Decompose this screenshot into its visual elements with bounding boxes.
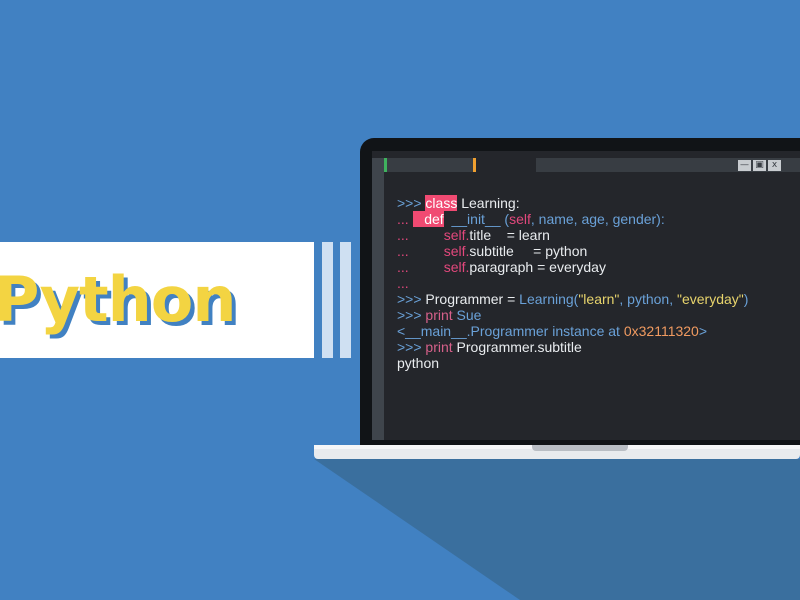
code-token: python <box>397 355 440 371</box>
code-line: <__main__.Programmer instance at 0x32111… <box>397 323 748 339</box>
editor-gutter <box>372 158 384 440</box>
code-token: paragraph = everyday <box>469 259 606 275</box>
code-token: def <box>412 211 444 227</box>
code-token: subtitle = python <box>469 243 588 259</box>
code-token: Programmer.subtitle <box>452 339 582 355</box>
code-line: >>> print Sue <box>397 307 748 323</box>
code-line: >>> Programmer = Learning("learn", pytho… <box>397 291 748 307</box>
code-line: python <box>397 355 748 371</box>
code-token: , name, age, gender): <box>530 211 665 227</box>
banner-stripe-right <box>340 242 351 358</box>
code-token: ... <box>397 211 413 227</box>
code-token: Sue <box>452 307 482 323</box>
code-token: "learn" <box>578 291 620 307</box>
code-token: , python, <box>619 291 677 307</box>
code-token: self <box>509 211 531 227</box>
code-token: __init__ ( <box>443 211 510 227</box>
code-token: class <box>425 195 458 211</box>
page-title: Python <box>0 263 237 336</box>
code-token: title = learn <box>469 227 550 243</box>
code-token: ) <box>743 291 749 307</box>
python-code-block: >>> class Learning:... def __init__ (sel… <box>397 195 748 371</box>
code-token: print <box>425 307 453 323</box>
code-token: Learning: <box>457 195 520 211</box>
code-token: <__main__.Programmer instance at <box>397 323 624 339</box>
code-token: self. <box>443 243 470 259</box>
code-token: ... <box>397 227 444 243</box>
code-token: >>> <box>397 307 426 323</box>
tab-status-orange <box>473 158 476 172</box>
code-line: ... self.paragraph = everyday <box>397 259 748 275</box>
code-token: 0x32111320 <box>623 323 699 339</box>
laptop-notch <box>532 445 628 451</box>
code-token: ... <box>397 275 409 291</box>
code-token: self. <box>443 227 470 243</box>
code-line: ... self.subtitle = python <box>397 243 748 259</box>
code-token: Learning( <box>519 291 579 307</box>
tab-status-green <box>384 158 387 172</box>
code-token: print <box>425 339 453 355</box>
code-line: >>> print Programmer.subtitle <box>397 339 748 355</box>
code-line: ... self.title = learn <box>397 227 748 243</box>
code-token: ... <box>397 243 444 259</box>
code-token: > <box>698 323 708 339</box>
minimize-icon[interactable]: — <box>738 160 751 171</box>
code-token: >>> <box>397 195 426 211</box>
code-line: >>> class Learning: <box>397 195 748 211</box>
editor-tab[interactable] <box>384 158 476 172</box>
code-token: ... <box>397 259 444 275</box>
banner-stripe-left <box>322 242 333 358</box>
code-token: self. <box>443 259 470 275</box>
maximize-icon[interactable]: ▣ <box>753 160 766 171</box>
code-token: "everyday" <box>677 291 744 307</box>
code-line: ... def __init__ (self, name, age, gende… <box>397 211 748 227</box>
code-token: >>> <box>397 291 426 307</box>
code-line: ... <box>397 275 748 291</box>
code-token: >>> <box>397 339 426 355</box>
close-button[interactable]: x <box>768 160 781 171</box>
code-token: Programmer = <box>425 291 520 307</box>
